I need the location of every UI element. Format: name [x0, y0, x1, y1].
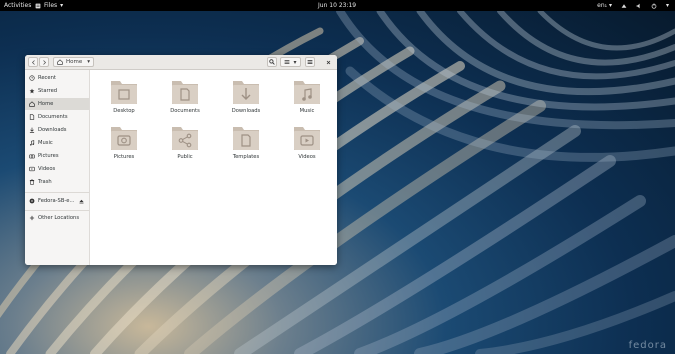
sidebar-separator: [25, 210, 89, 211]
folder-downloads[interactable]: Downloads: [226, 76, 266, 118]
app-menu-label: Files: [44, 2, 58, 9]
folder-public[interactable]: Public: [165, 122, 205, 164]
folder-label: Pictures: [113, 154, 135, 160]
sidebar-item-recent[interactable]: Recent: [25, 72, 89, 84]
list-view-icon: [285, 60, 290, 64]
files-window: Home ▾ ▾ Recent Starred Home Documents D…: [25, 55, 337, 265]
path-label: Home: [66, 59, 83, 65]
folder-desktop[interactable]: Desktop: [104, 76, 144, 118]
folder-label: Desktop: [113, 108, 135, 114]
sidebar-item-other-locations[interactable]: Other Locations: [25, 212, 89, 224]
video-icon: [29, 166, 35, 172]
plus-icon: [29, 215, 35, 221]
sidebar-item-trash[interactable]: Trash: [25, 176, 89, 188]
sidebar-separator: [25, 192, 89, 193]
top-bar: Activities Files ▾ Jun 10 23:19 en₁ ▾ ▾: [0, 0, 675, 11]
folder-documents[interactable]: Documents: [165, 76, 205, 118]
sidebar-item-label: Trash: [38, 179, 52, 185]
sidebar-item-downloads[interactable]: Downloads: [25, 124, 89, 136]
folder-label: Downloads: [231, 108, 261, 114]
network-icon: [621, 3, 627, 8]
templates-folder-icon: [233, 127, 259, 150]
videos-folder-icon: [294, 127, 320, 150]
close-icon: [326, 60, 330, 64]
sidebar-item-label: Recent: [38, 75, 56, 81]
sidebar-item-home[interactable]: Home: [25, 98, 89, 110]
music-icon: [30, 140, 35, 146]
search-icon: [269, 59, 275, 65]
desktop-folder-icon: [111, 81, 137, 104]
chevron-down-icon: ▾: [87, 59, 90, 65]
sidebar-item-label: Downloads: [38, 127, 67, 133]
forward-button[interactable]: [39, 57, 49, 67]
menu-button[interactable]: [305, 57, 315, 67]
documents-folder-icon: [172, 81, 198, 104]
sidebar-item-label: Other Locations: [38, 215, 80, 221]
sidebar-item-starred[interactable]: Starred: [25, 85, 89, 97]
clock-icon: [29, 75, 35, 81]
sidebar: Recent Starred Home Documents Downloads …: [25, 70, 90, 265]
downloads-folder-icon: [233, 81, 259, 104]
folder-label: Templates: [232, 154, 260, 160]
volume-icon: [636, 3, 640, 8]
eject-icon[interactable]: [79, 199, 84, 204]
folder-label: Public: [177, 154, 193, 160]
folder-videos[interactable]: Videos: [287, 122, 327, 164]
header-bar: Home ▾ ▾: [25, 55, 337, 70]
home-icon: [57, 59, 63, 65]
system-tray[interactable]: en₁ ▾ ▾: [597, 0, 669, 11]
sidebar-item-videos[interactable]: Videos: [25, 163, 89, 175]
sidebar-item-label: Home: [38, 101, 54, 107]
chevron-right-icon: [42, 59, 46, 65]
folder-music[interactable]: Music: [287, 76, 327, 118]
sidebar-item-label: Documents: [38, 114, 68, 120]
folder-label: Music: [299, 108, 315, 114]
chevron-down-icon: ▾: [293, 58, 297, 66]
disc-icon: [29, 198, 35, 204]
trash-icon: [29, 179, 35, 185]
input-source[interactable]: en₁ ▾: [597, 0, 612, 11]
home-icon: [29, 101, 35, 107]
sidebar-item-label: Fedora-SB-e...: [38, 198, 75, 204]
input-source-label: en₁: [597, 2, 608, 9]
chevron-down-icon: ▾: [60, 2, 64, 9]
hamburger-icon: [307, 60, 313, 64]
folder-label: Documents: [170, 108, 200, 114]
sidebar-item-device[interactable]: Fedora-SB-e...: [25, 195, 89, 207]
path-bar-home[interactable]: Home ▾: [53, 57, 94, 67]
fedora-watermark: fedora: [628, 340, 667, 351]
sidebar-item-pictures[interactable]: Pictures: [25, 150, 89, 162]
search-button[interactable]: [267, 57, 277, 67]
clock[interactable]: Jun 10 23:19: [318, 0, 356, 11]
sidebar-item-music[interactable]: Music: [25, 137, 89, 149]
camera-icon: [29, 154, 35, 159]
folder-pictures[interactable]: Pictures: [104, 122, 144, 164]
power-icon: [651, 2, 657, 9]
folder-templates[interactable]: Templates: [226, 122, 266, 164]
view-options-button[interactable]: ▾: [280, 57, 301, 67]
back-button[interactable]: [28, 57, 38, 67]
chevron-left-icon: [31, 59, 35, 65]
sidebar-item-label: Videos: [38, 166, 56, 172]
close-button[interactable]: [323, 57, 333, 67]
sidebar-item-label: Pictures: [38, 153, 59, 159]
sidebar-item-label: Music: [38, 140, 53, 146]
document-icon: [29, 114, 35, 120]
sidebar-item-documents[interactable]: Documents: [25, 111, 89, 123]
sidebar-item-label: Starred: [38, 88, 58, 94]
app-menu[interactable]: Files ▾: [35, 0, 63, 11]
chevron-down-icon: ▾: [665, 2, 669, 9]
music-folder-icon: [294, 81, 320, 104]
star-icon: [29, 88, 35, 94]
download-icon: [29, 127, 35, 133]
folder-view: Desktop Documents Downloads Music Pictur…: [90, 70, 337, 265]
public-folder-icon: [172, 127, 198, 150]
activities-button[interactable]: Activities: [4, 0, 31, 11]
files-app-icon: [35, 3, 41, 8]
folder-label: Videos: [298, 154, 316, 160]
pictures-folder-icon: [111, 127, 137, 150]
